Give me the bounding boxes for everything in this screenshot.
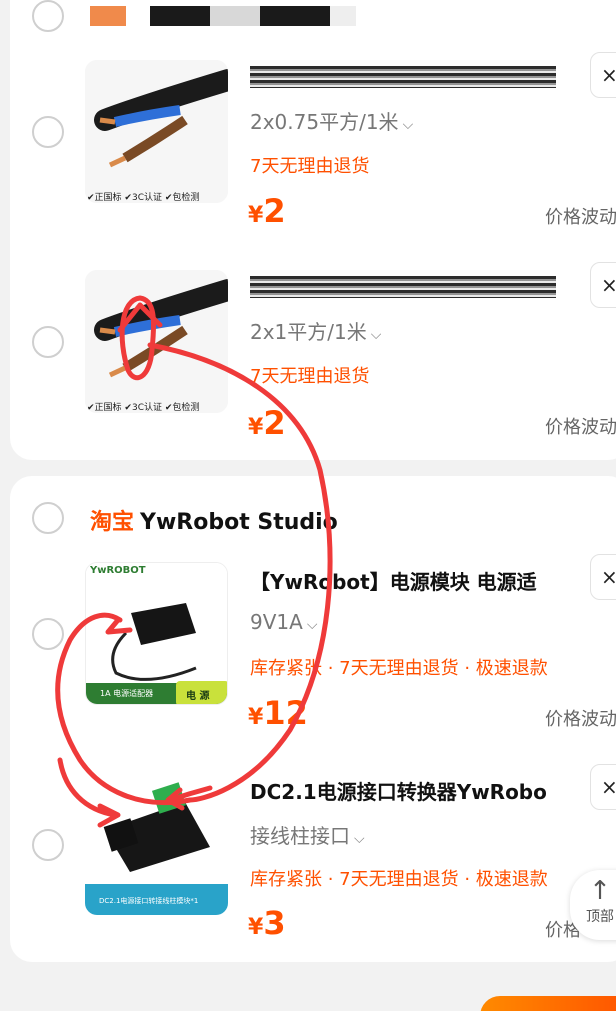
select-all-store-1-checkbox[interactable] xyxy=(32,0,64,32)
product-title[interactable]: DC2.1电源接口转换器YwRobo xyxy=(250,776,572,805)
return-policy-tag: 7天无理由退货 xyxy=(250,156,370,177)
taobao-label: 淘宝 xyxy=(90,510,135,535)
price-value: 3 xyxy=(263,904,286,942)
stock-return-tags: 库存紧张 · 7天无理由退货 · 极速退款 xyxy=(250,658,548,679)
spec-label: 接线柱接口 xyxy=(250,824,350,848)
currency-symbol: ¥ xyxy=(248,705,264,730)
badge-national-standard: ✔正国标 xyxy=(87,403,122,413)
price: ¥12 xyxy=(248,694,308,732)
store-header[interactable]: 淘宝 YwRobot Studio xyxy=(90,504,338,536)
select-all-store-2-checkbox[interactable] xyxy=(32,502,64,534)
currency-symbol: ¥ xyxy=(248,203,264,228)
badge-inspection: ✔包检测 xyxy=(164,403,200,413)
chevron-down-icon: ⌵ xyxy=(370,327,382,343)
store-name-redacted xyxy=(90,6,356,26)
chevron-down-icon: ⌵ xyxy=(306,617,318,633)
spec-selector[interactable]: 2x1平方/1米 ⌵ xyxy=(250,316,381,345)
thumb-caption: 1A 电源适配器 xyxy=(100,689,154,698)
price-fluctuation-note: 价格波动 xyxy=(545,207,616,228)
delete-item-button[interactable]: × xyxy=(590,262,616,308)
return-policy-tag: 7天无理由退货 xyxy=(250,366,370,387)
cable-image xyxy=(85,270,228,413)
delete-item-button[interactable]: × xyxy=(590,554,616,600)
currency-symbol: ¥ xyxy=(248,915,264,940)
thumb-brand: YwROBOT xyxy=(90,565,146,576)
badge-inspection: ✔包检测 xyxy=(164,193,200,203)
back-to-top-label: 顶部 xyxy=(586,909,614,925)
price-value: 2 xyxy=(263,192,286,230)
spec-label: 2x1平方/1米 xyxy=(250,320,367,344)
thumb-badge: 电 源 xyxy=(186,691,210,702)
price: ¥3 xyxy=(248,904,286,942)
badge-national-standard: ✔正国标 xyxy=(87,193,122,203)
item-select-checkbox[interactable] xyxy=(32,829,64,861)
arrow-up-icon: ↑ xyxy=(589,876,611,906)
stock-return-tags: 库存紧张 · 7天无理由退货 · 极速退款 xyxy=(250,869,548,890)
spec-label: 2x0.75平方/1米 xyxy=(250,110,399,134)
checkout-button[interactable] xyxy=(480,996,616,1011)
spec-selector[interactable]: 接线柱接口 ⌵ xyxy=(250,820,365,849)
price-fluctuation-note: 价格波动 xyxy=(545,417,616,438)
product-thumbnail[interactable]: ✔正国标 ✔3C认证 ✔包检测 xyxy=(85,60,228,203)
product-thumbnail[interactable]: ✔正国标 ✔3C认证 ✔包检测 xyxy=(85,270,228,413)
spec-label: 9V1A xyxy=(250,610,303,634)
badge-3c: ✔3C认证 xyxy=(124,193,162,203)
item-select-checkbox[interactable] xyxy=(32,326,64,358)
spec-selector[interactable]: 9V1A ⌵ xyxy=(250,610,317,634)
price-fluctuation-note: 价格波动 xyxy=(545,709,616,730)
chevron-down-icon: ⌵ xyxy=(402,117,414,133)
delete-item-button[interactable]: × xyxy=(590,52,616,98)
store-name: YwRobot Studio xyxy=(140,510,338,535)
power-adapter-image xyxy=(86,563,227,704)
currency-symbol: ¥ xyxy=(248,415,264,440)
product-thumbnail[interactable]: DC2.1电源接口转接线柱模块*1 xyxy=(85,772,228,915)
product-title-redacted[interactable] xyxy=(250,66,556,88)
badge-3c: ✔3C认证 xyxy=(124,403,162,413)
price: ¥2 xyxy=(248,404,286,442)
chevron-down-icon: ⌵ xyxy=(354,831,365,847)
price-value: 2 xyxy=(263,404,286,442)
cable-image xyxy=(85,60,228,203)
dc-connector-image xyxy=(85,772,228,915)
product-title-redacted[interactable] xyxy=(250,276,556,298)
item-select-checkbox[interactable] xyxy=(32,116,64,148)
price-value: 12 xyxy=(263,694,308,732)
back-to-top-button[interactable]: ↑ 顶部 xyxy=(570,870,616,940)
delete-item-button[interactable]: × xyxy=(590,764,616,810)
product-thumbnail[interactable]: YwROBOT 1A 电源适配器 电 源 xyxy=(85,562,228,705)
thumb-caption: DC2.1电源接口转接线柱模块*1 xyxy=(99,897,199,905)
spec-selector[interactable]: 2x0.75平方/1米 ⌵ xyxy=(250,106,413,135)
price: ¥2 xyxy=(248,192,286,230)
item-select-checkbox[interactable] xyxy=(32,618,64,650)
product-title[interactable]: 【YwRobot】电源模块 电源适 xyxy=(250,566,572,595)
